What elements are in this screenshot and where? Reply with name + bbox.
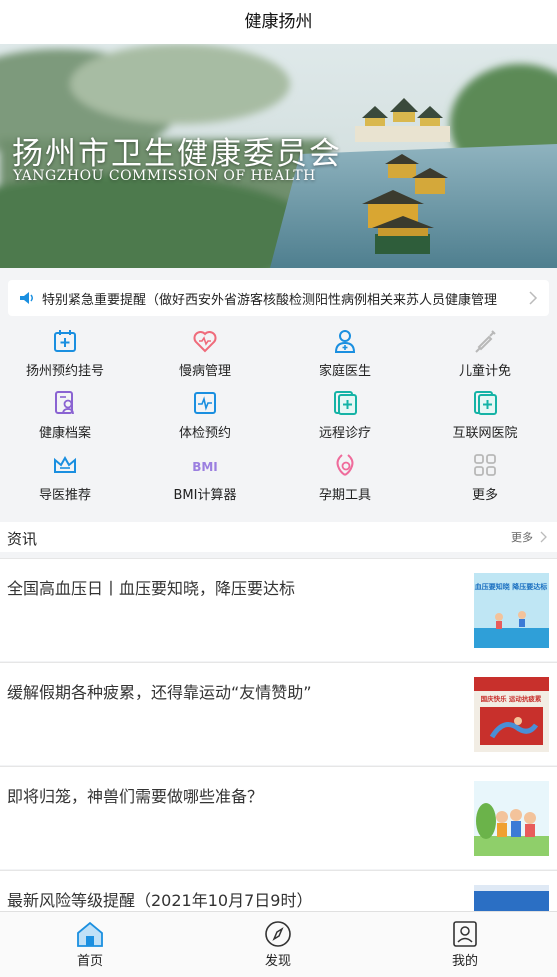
service-family-doctor[interactable]: 家庭医生 <box>280 328 410 388</box>
app-header: 健康扬州 <box>0 0 557 44</box>
chevron-right-icon <box>540 531 547 543</box>
service-label: 家庭医生 <box>318 364 371 379</box>
medical-card-icon <box>334 391 357 415</box>
banner-carousel[interactable]: 扬州市卫生健康委员会 YANGZHOU COMMISSION OF HEALTH <box>0 44 557 268</box>
news-header: 资讯 更多 <box>0 522 557 552</box>
bottom-tab-bar: 首页 发现 我的 <box>0 911 557 977</box>
service-checkup[interactable]: 体检预约 <box>140 390 270 450</box>
profile-doc-icon <box>55 391 74 415</box>
service-guide[interactable]: 导医推荐 <box>0 452 130 512</box>
tab-label: 发现 <box>264 954 291 969</box>
heart-pulse-icon <box>193 331 217 353</box>
service-chronic[interactable]: 慢病管理 <box>140 328 270 388</box>
grid-icon <box>474 454 496 476</box>
news-item-title: 全国高血压日丨血压要知晓，降压要达标 <box>7 579 296 598</box>
news-item-title: 缓解假期各种疲累，还得靠运动“友情赞助” <box>7 683 312 702</box>
service-label: 儿童计免 <box>458 364 511 379</box>
pulse-screen-icon <box>194 392 216 414</box>
news-section-title: 资讯 <box>7 530 38 548</box>
tab-label: 首页 <box>76 954 103 969</box>
calendar-plus-icon <box>54 330 76 352</box>
tab-label: 我的 <box>451 954 478 969</box>
news-item[interactable]: 全国高血压日丨血压要知晓，降压要达标 血压要知晓 降压要达标 <box>0 558 557 661</box>
pregnancy-icon <box>336 454 354 476</box>
service-label: 更多 <box>471 488 498 503</box>
service-bmi[interactable]: BMI BMI计算器 <box>140 452 270 512</box>
service-label: 远程诊疗 <box>318 426 371 441</box>
service-label: 互联网医院 <box>452 426 518 441</box>
medical-card-icon <box>474 391 497 415</box>
bmi-icon: BMI <box>192 460 218 474</box>
news-item[interactable]: 缓解假期各种疲累，还得靠运动“友情赞助” 国庆快乐 运动抗疲累 <box>0 662 557 765</box>
banner-subtitle: YANGZHOU COMMISSION OF HEALTH <box>13 168 316 184</box>
service-label: 孕期工具 <box>318 488 371 503</box>
news-item-title: 即将归笼，神兽们需要做哪些准备？ <box>7 787 264 806</box>
service-label: 健康档案 <box>38 426 91 441</box>
service-label: 慢病管理 <box>178 364 231 379</box>
tab-home[interactable]: 首页 <box>50 920 130 969</box>
chevron-right-icon <box>529 291 538 305</box>
service-health-record[interactable]: 健康档案 <box>0 390 130 450</box>
speaker-icon <box>20 292 33 304</box>
service-label: 体检预约 <box>178 426 231 441</box>
news-thumbnail: 血压要知晓 降压要达标 <box>474 573 549 648</box>
service-label: BMI计算器 <box>173 488 237 503</box>
service-more[interactable]: 更多 <box>420 452 550 512</box>
tab-mine[interactable]: 我的 <box>425 920 505 969</box>
crown-icon <box>54 455 76 473</box>
profile-icon <box>453 921 477 947</box>
doctor-icon <box>334 330 356 353</box>
news-more-label: 更多 <box>511 531 533 544</box>
news-item-title: 最新风险等级提醒（2021年10月7日9时） <box>7 891 313 910</box>
news-item[interactable]: 即将归笼，神兽们需要做哪些准备？ <box>0 766 557 869</box>
service-remote[interactable]: 远程诊疗 <box>280 390 410 450</box>
page-title: 健康扬州 <box>244 12 313 32</box>
service-pregnancy[interactable]: 孕期工具 <box>280 452 410 512</box>
service-internet-hospital[interactable]: 互联网医院 <box>420 390 550 450</box>
svg-text:BMI: BMI <box>192 460 218 474</box>
service-booking[interactable]: 扬州预约挂号 <box>0 328 130 388</box>
service-vaccine[interactable]: 儿童计免 <box>420 328 550 388</box>
news-thumb-text: 国庆快乐 运动抗疲累 <box>481 694 542 703</box>
service-grid: 扬州预约挂号 慢病管理 家庭医生 儿童计免 健康档案 体检预约 远程诊疗 互联网… <box>0 322 557 512</box>
home-icon <box>77 921 103 947</box>
news-thumb-text: 血压要知晓 降压要达标 <box>475 582 547 591</box>
notice-bar[interactable]: 特别紧急重要提醒（做好西安外省游客核酸检测阳性病例相关来苏人员健康管理 <box>8 280 549 316</box>
syringe-icon <box>475 330 496 353</box>
service-label: 导医推荐 <box>38 488 91 503</box>
compass-icon <box>265 921 291 947</box>
news-thumbnail: 国庆快乐 运动抗疲累 <box>474 677 549 752</box>
news-thumbnail <box>474 781 549 856</box>
service-label: 扬州预约挂号 <box>25 364 104 379</box>
tab-discover[interactable]: 发现 <box>238 920 318 969</box>
news-more-link[interactable]: 更多 <box>511 529 547 545</box>
banner-title: 扬州市卫生健康委员会 <box>12 136 342 172</box>
notice-text: 特别紧急重要提醒（做好西安外省游客核酸检测阳性病例相关来苏人员健康管理 <box>42 292 498 308</box>
